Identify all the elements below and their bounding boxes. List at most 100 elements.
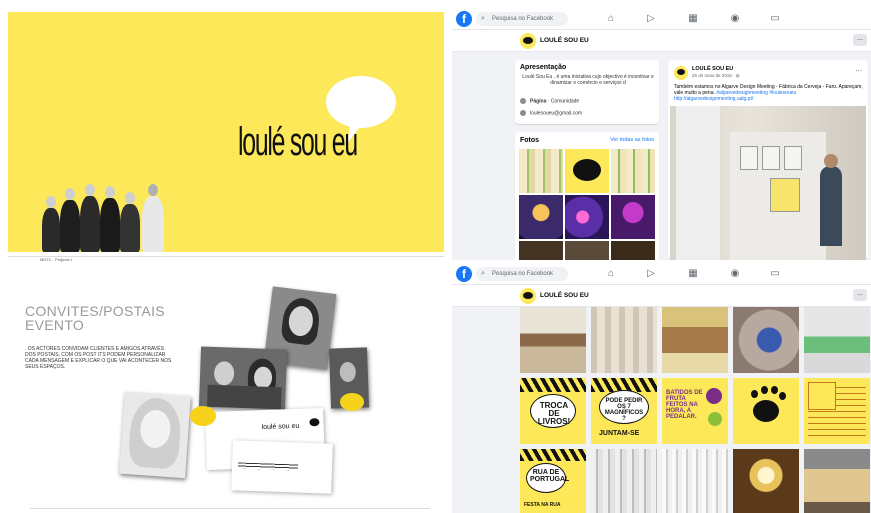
page-name[interactable]: LOULÉ SOU EU	[540, 292, 589, 299]
search-input[interactable]: ⌕ Pesquisa no Facebook	[476, 12, 568, 26]
slide-body-text: . OS ACTORES CONVIDAM CLIENTES E AMIGOS …	[25, 346, 172, 370]
photo-thumbnail[interactable]	[611, 241, 655, 260]
groups-icon[interactable]: ◉	[728, 12, 742, 26]
page-type: · Comunidade	[546, 98, 580, 105]
facebook-top-bar: f ⌕ Pesquisa no Facebook ⌂ ▷ ▦ ◉ ▭	[452, 263, 871, 285]
see-all-photos-link[interactable]: Ver todas as fotos	[610, 137, 654, 143]
page-avatar[interactable]	[520, 288, 536, 304]
page-header: LOULÉ SOU EU ...	[452, 285, 871, 307]
photos-card: Fotos Ver todas as fotos	[515, 132, 659, 260]
photo-thumbnail[interactable]	[565, 195, 609, 239]
poster-title: BATIDOS DE FRUTA FEITOS NA HORA, A PEDAL…	[666, 390, 703, 420]
postcard-bubble-icon	[309, 418, 320, 427]
post-link[interactable]: http://algarvedesignmeeting.ualg.pt/	[674, 96, 753, 102]
photo-thumbnail[interactable]	[519, 241, 563, 260]
post-text: Também estamos no Algarve Design Meeting…	[674, 84, 864, 102]
watch-icon[interactable]: ▷	[644, 267, 658, 281]
post-date[interactable]: 26 de maio de 2016 · ◍	[692, 73, 740, 79]
photo-thumbnail[interactable]	[804, 449, 870, 513]
marketplace-icon[interactable]: ▦	[686, 267, 700, 281]
composite-screenshot: loulé sou eu MDTC · Projecto I CONVITES/…	[0, 0, 871, 513]
portrait-photo-blonde-woman	[119, 391, 191, 479]
photo-thumbnail[interactable]	[519, 149, 563, 193]
yellow-sticky-bubble	[190, 406, 216, 426]
exhibition-poster	[740, 146, 758, 170]
page-avatar[interactable]	[520, 33, 536, 49]
intro-card: Apresentação Loulé Sou Eu , é uma inicia…	[515, 60, 659, 124]
photo-thumbnail[interactable]	[611, 195, 655, 239]
intro-description: Loulé Sou Eu , é uma iniciativa cujo obj…	[522, 74, 654, 86]
search-icon: ⌕	[481, 270, 485, 277]
poster-thumbnail[interactable]: TROCA DE LIVROS!	[520, 378, 586, 444]
poster-thumbnail[interactable]: PODE PEDIR OS 7 MAGNÍFICOS ? JUNTAM-SE	[591, 378, 657, 444]
post-photo-exhibition[interactable]	[670, 106, 866, 260]
facebook-logo-icon[interactable]: f	[456, 266, 472, 282]
email-row: loulesoueu@gmail.com	[520, 110, 582, 116]
facebook-top-bar: f ⌕ Pesquisa no Facebook ⌂ ▷ ▦ ◉ ▭	[452, 8, 871, 30]
page-email[interactable]: loulesoueu@gmail.com	[530, 110, 582, 116]
poster-thumbnail[interactable]: BATIDOS DE FRUTA FEITOS NA HORA, A PEDAL…	[662, 378, 728, 444]
photos-grid	[519, 149, 655, 260]
photo-thumbnail[interactable]	[733, 449, 799, 513]
photo-thumbnail[interactable]	[733, 307, 799, 373]
info-icon	[520, 98, 526, 104]
slide-title: CONVITES/POSTAIS EVENTO	[25, 303, 165, 333]
poster-thumbnail[interactable]	[733, 378, 799, 444]
photos-heading: Fotos	[520, 137, 540, 144]
group-photo	[38, 182, 174, 252]
slide-divider	[30, 508, 430, 509]
photo-thumbnail[interactable]	[804, 307, 870, 373]
post-date-text: 26 de maio de 2016 ·	[692, 73, 736, 78]
page-category-row: Página · Comunidade	[520, 98, 579, 104]
watch-icon[interactable]: ▷	[644, 12, 658, 26]
more-options-button[interactable]: ...	[853, 289, 867, 301]
gaming-icon[interactable]: ▭	[768, 12, 782, 26]
photo-thumbnail[interactable]	[662, 307, 728, 373]
presentation-slide-cover: loulé sou eu	[8, 12, 444, 252]
home-icon[interactable]: ⌂	[604, 12, 618, 26]
search-icon: ⌕	[481, 15, 485, 22]
page-header: LOULÉ SOU EU ...	[452, 30, 871, 52]
post-author-avatar[interactable]	[674, 66, 688, 80]
visitor-head	[824, 154, 838, 168]
poster-thumbnail[interactable]: RUA DE PORTUGAL FESTA NA RUA	[520, 449, 586, 513]
postcard-address-lines	[237, 462, 299, 471]
photo-thumbnail[interactable]	[662, 449, 728, 513]
visitor-figure	[820, 166, 842, 246]
photo-thumbnail[interactable]	[520, 307, 586, 373]
post-more-button[interactable]: ...	[855, 64, 862, 73]
photo-thumbnail[interactable]	[519, 195, 563, 239]
poster-footer: FESTA NA RUA	[524, 502, 561, 508]
groups-icon[interactable]: ◉	[728, 267, 742, 281]
page-name[interactable]: LOULÉ SOU EU	[540, 37, 589, 44]
photo-thumbnail[interactable]	[591, 307, 657, 373]
page-label: Página	[530, 98, 547, 105]
photo-thumbnail[interactable]	[565, 241, 609, 260]
portrait-photo-couple	[198, 346, 288, 410]
postcard-brand: loulé sou eu	[261, 422, 300, 432]
poster-thumbnail[interactable]	[804, 378, 870, 444]
post-author[interactable]: LOULÉ SOU EU	[692, 66, 733, 72]
poster-subtitle: JUNTAM-SE	[599, 430, 640, 437]
globe-icon: ◍	[735, 73, 740, 78]
photo-thumbnail[interactable]	[565, 149, 609, 193]
search-input[interactable]: ⌕ Pesquisa no Facebook	[476, 267, 568, 281]
brand-title: loulé sou eu	[238, 120, 358, 164]
exhibition-poster	[784, 146, 802, 170]
poster-title: RUA DE PORTUGAL	[530, 469, 570, 483]
poster-title: TROCA DE LIVROS!	[537, 401, 571, 426]
gaming-icon[interactable]: ▭	[768, 267, 782, 281]
marketplace-icon[interactable]: ▦	[686, 12, 700, 26]
mail-icon	[520, 110, 526, 116]
exhibition-poster	[762, 146, 780, 170]
photo-thumbnail[interactable]	[611, 149, 655, 193]
photo-thumbnail[interactable]	[591, 449, 657, 513]
intro-heading: Apresentação	[520, 64, 567, 71]
more-options-button[interactable]: ...	[853, 34, 867, 46]
photos-grid: TROCA DE LIVROS! PODE PEDIR OS 7 MAGNÍFI…	[520, 307, 870, 513]
home-icon[interactable]: ⌂	[604, 267, 618, 281]
poster-title: PODE PEDIR OS 7 MAGNÍFICOS ?	[604, 398, 644, 422]
yellow-sticky-bubble	[340, 393, 364, 411]
facebook-logo-icon[interactable]: f	[456, 11, 472, 27]
exhibition-panel	[676, 106, 720, 260]
